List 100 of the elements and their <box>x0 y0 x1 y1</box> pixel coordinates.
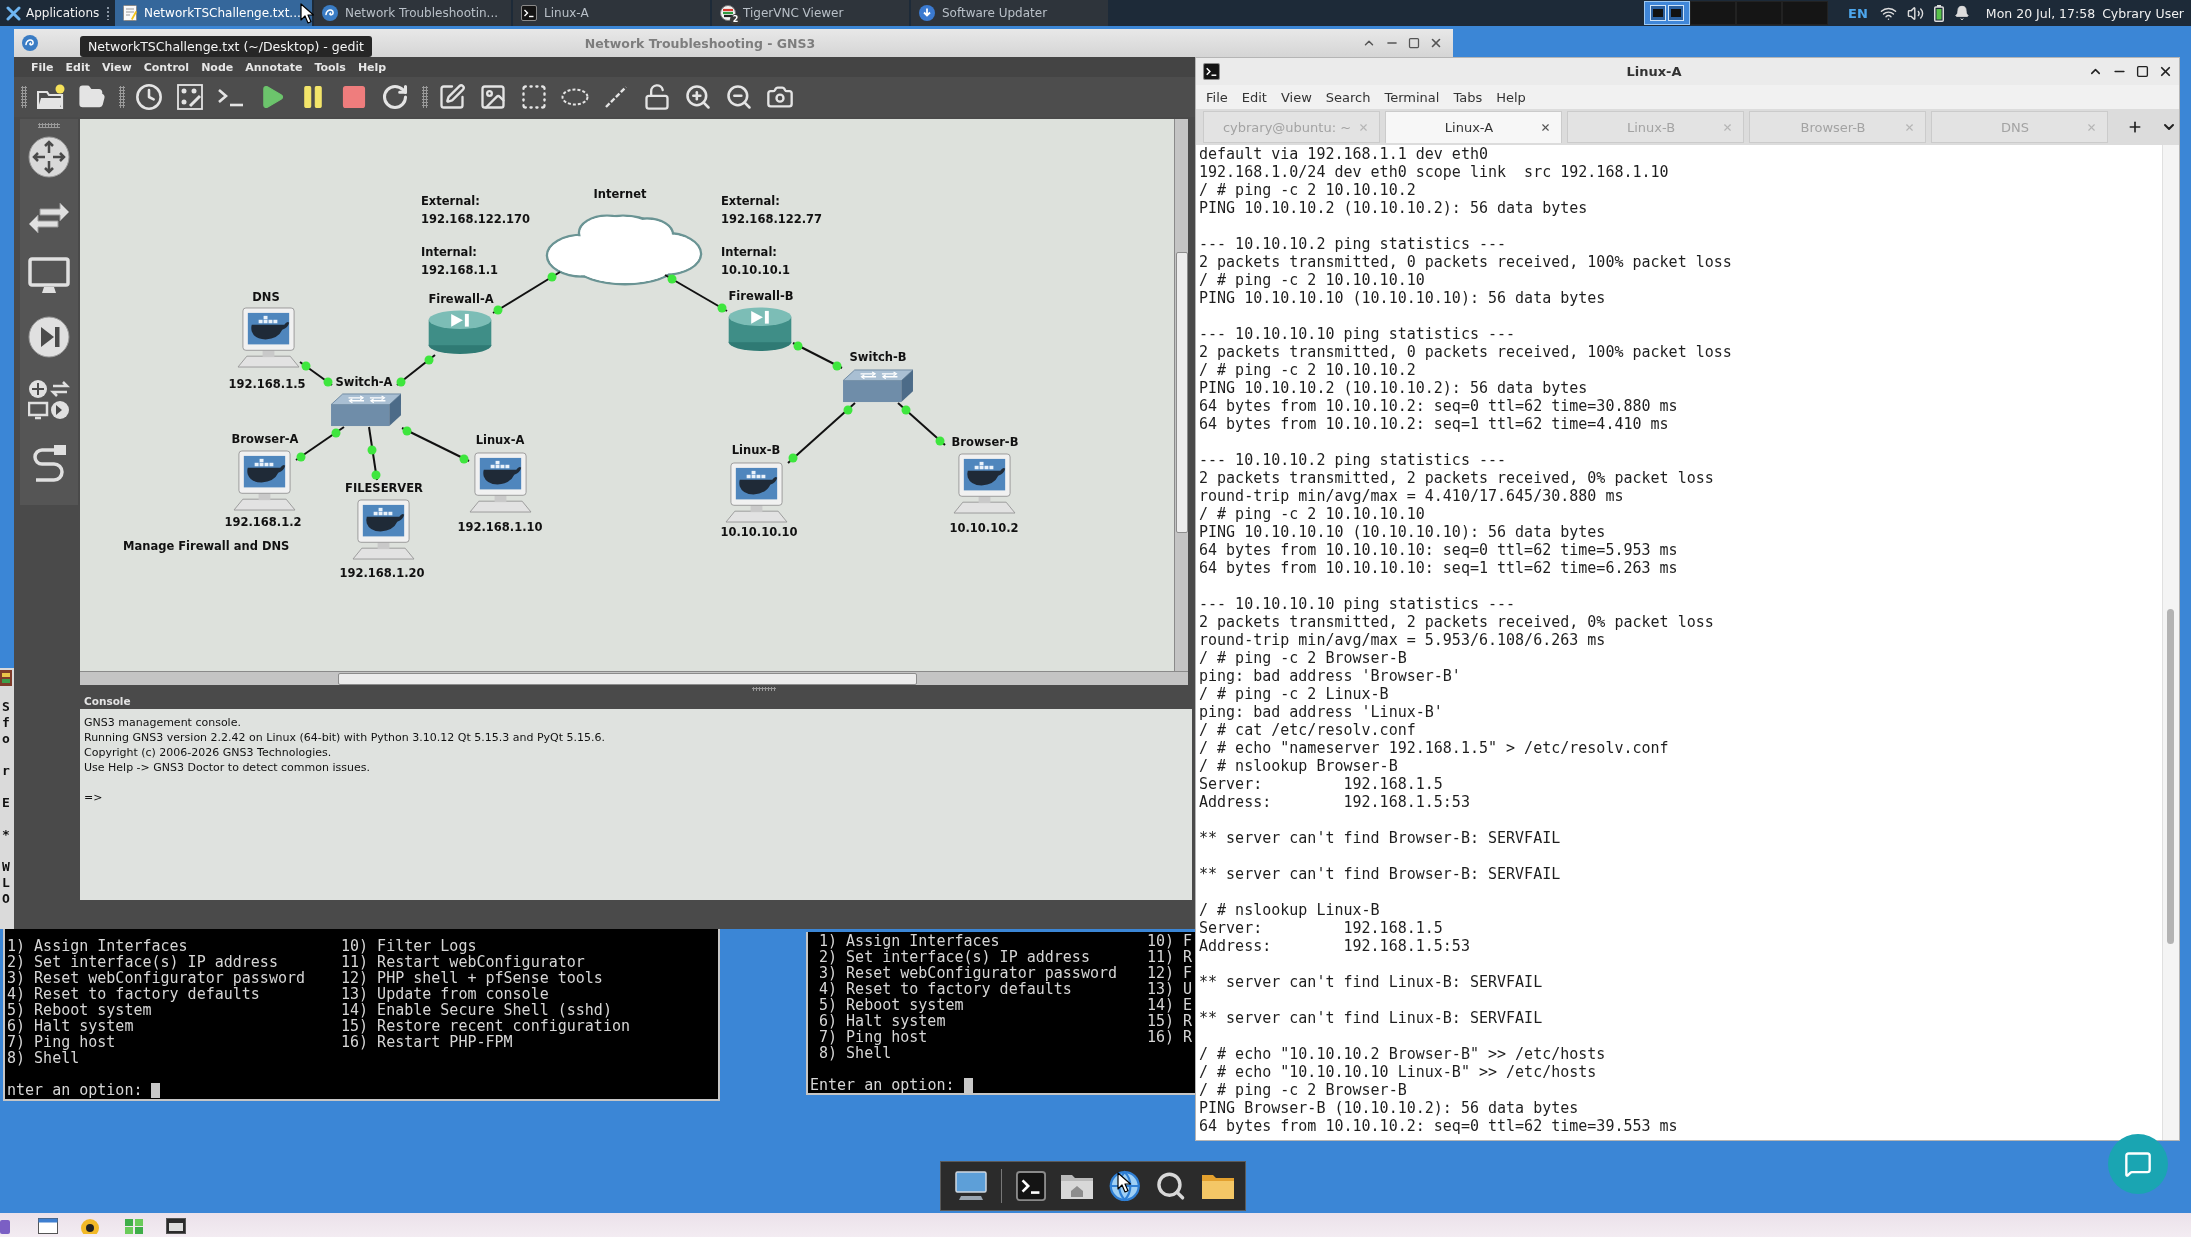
cable-link[interactable] <box>787 402 856 464</box>
search-icon[interactable] <box>1155 1170 1187 1202</box>
keyboard-layout-indicator[interactable]: EN <box>1848 5 1868 21</box>
unlock-icon[interactable] <box>642 83 671 111</box>
line-icon[interactable] <box>603 85 628 109</box>
firewall-icon[interactable] <box>727 307 793 352</box>
cable-link[interactable] <box>792 342 843 369</box>
taskbar-button[interactable]: NetworkTSChallenge.txt... <box>115 0 312 26</box>
notification-bell-icon[interactable] <box>1953 5 1970 21</box>
display-icon[interactable] <box>955 1171 987 1201</box>
image-icon[interactable] <box>478 83 507 111</box>
window-icon[interactable] <box>166 1218 186 1234</box>
note-edit-icon[interactable] <box>437 83 466 111</box>
workspace-thumbnail[interactable] <box>1736 1 1783 25</box>
switch-arrows-icon[interactable] <box>28 200 70 235</box>
menu-item[interactable]: File <box>1206 89 1228 105</box>
menu-option: 10) Filter Logs <box>341 938 630 954</box>
menu-item[interactable]: Help <box>357 60 387 74</box>
firewall-icon[interactable] <box>427 310 493 355</box>
app-icon[interactable] <box>0 1218 10 1234</box>
maximize-icon[interactable] <box>2136 65 2149 78</box>
computer-icon[interactable] <box>233 450 296 511</box>
zoom-out-icon[interactable] <box>724 83 753 111</box>
window-icon[interactable] <box>38 1218 58 1234</box>
terminal-tab[interactable]: Linux-A <box>1385 111 1562 143</box>
device-group-icon[interactable] <box>28 379 70 421</box>
toolbar-grip[interactable] <box>21 86 27 108</box>
round-emblem-icon[interactable] <box>80 1218 100 1234</box>
menu-option: 4) Reset to factory defaults <box>819 981 1147 997</box>
close-icon[interactable] <box>1540 122 1551 133</box>
ellipse-icon[interactable] <box>560 88 589 106</box>
menu-item[interactable]: Edit <box>1241 89 1267 105</box>
terminal-line: 2 packets transmitted, 0 packets received, 100% packet loss <box>1199 343 1733 361</box>
cable-link[interactable] <box>897 402 946 446</box>
computer-icon[interactable] <box>352 499 415 560</box>
menu-item[interactable]: Node <box>201 60 234 74</box>
zoom-in-icon[interactable] <box>683 83 712 111</box>
tooltip: NetworkTSChallenge.txt (~/Desktop) - gedit <box>80 36 372 57</box>
panel-clock[interactable]: Mon 20 Jul, 17:58 <box>1985 5 2096 21</box>
folder-icon[interactable] <box>1201 1172 1235 1200</box>
menu-item[interactable]: Edit <box>65 60 90 74</box>
reload-icon[interactable] <box>380 83 409 111</box>
menu-item[interactable]: File <box>31 60 54 74</box>
menu-item[interactable]: Search <box>1325 89 1371 105</box>
cable-link[interactable] <box>396 354 436 386</box>
scrollbar-thumb[interactable] <box>1176 252 1188 533</box>
chat-button[interactable] <box>2108 1134 2168 1194</box>
menu-item[interactable]: Tabs <box>1453 89 1483 105</box>
workspace-thumbnail[interactable] <box>1782 1 1829 25</box>
label-edit-icon[interactable] <box>176 84 203 110</box>
menu-option: 2) Set interface(s) IP address <box>819 949 1147 965</box>
toolbar-grip[interactable] <box>422 86 428 108</box>
switch-icon[interactable] <box>842 369 914 403</box>
cable-link[interactable] <box>664 274 728 312</box>
computer-icon[interactable] <box>237 307 300 368</box>
scrollbar-thumb[interactable] <box>338 673 917 685</box>
menu-item[interactable]: Tools <box>314 60 346 74</box>
menu-item[interactable]: Control <box>143 60 190 74</box>
switch-icon[interactable] <box>330 393 402 427</box>
dock-grip[interactable] <box>38 123 60 129</box>
menu-item[interactable]: Terminal <box>1384 89 1440 105</box>
cable-link[interactable] <box>401 427 470 462</box>
computer-icon[interactable] <box>469 452 532 513</box>
workspace-thumbnail[interactable] <box>1690 1 1737 25</box>
computer-icon[interactable] <box>953 453 1016 514</box>
canvas-note: Internal: 10.10.10.1 <box>721 244 791 279</box>
node-label: Switch-A <box>335 375 393 390</box>
computer-icon[interactable] <box>725 462 788 523</box>
applications-menu-button[interactable]: Applications <box>2 0 102 26</box>
splitter-grip[interactable] <box>752 687 776 691</box>
scrollbar-thumb[interactable] <box>2167 609 2174 944</box>
console-line: Copyright (c) 2006-2026 GNS3 Technologies. <box>84 745 333 760</box>
plus-icon[interactable] <box>2127 119 2143 135</box>
volume-icon[interactable] <box>1906 4 1924 22</box>
app-logo-icon <box>22 35 38 51</box>
user-name-label[interactable]: Cybrary User <box>2102 5 2184 21</box>
taskbar-button[interactable]: Software Updater <box>911 0 1108 26</box>
menu-item[interactable]: View <box>1280 89 1312 105</box>
router-icon[interactable] <box>28 136 70 179</box>
close-icon[interactable] <box>1429 36 1443 50</box>
menu-item[interactable]: Help <box>1496 89 1526 105</box>
ip-address-label: 192.168.1.20 <box>339 566 425 581</box>
cable-link[interactable] <box>368 426 378 481</box>
close-icon[interactable] <box>2158 64 2173 79</box>
monitor-icon[interactable] <box>28 257 70 295</box>
terminal-icon[interactable] <box>1016 1171 1046 1201</box>
folder-star-icon[interactable] <box>36 84 65 110</box>
maximize-icon[interactable] <box>1408 37 1420 49</box>
skip-circle-icon[interactable] <box>28 316 70 358</box>
taskbar-button[interactable]: Network Troubleshootin... <box>314 0 511 26</box>
menu-item[interactable]: View <box>101 60 132 74</box>
taskbar-button[interactable]: 2 TigerVNC Viewer <box>712 0 909 26</box>
taskbar-button[interactable]: Linux-A <box>513 0 710 26</box>
menu-item[interactable]: Annotate <box>245 60 303 74</box>
toolbar-grip[interactable] <box>119 86 125 108</box>
clock-icon[interactable] <box>134 83 163 111</box>
home-folder-icon[interactable] <box>1060 1172 1094 1200</box>
terminal-line: / # ping -c 2 Browser-B <box>1199 1081 1408 1099</box>
rectangle-icon[interactable] <box>519 83 548 111</box>
terminal-icon[interactable] <box>216 87 245 107</box>
